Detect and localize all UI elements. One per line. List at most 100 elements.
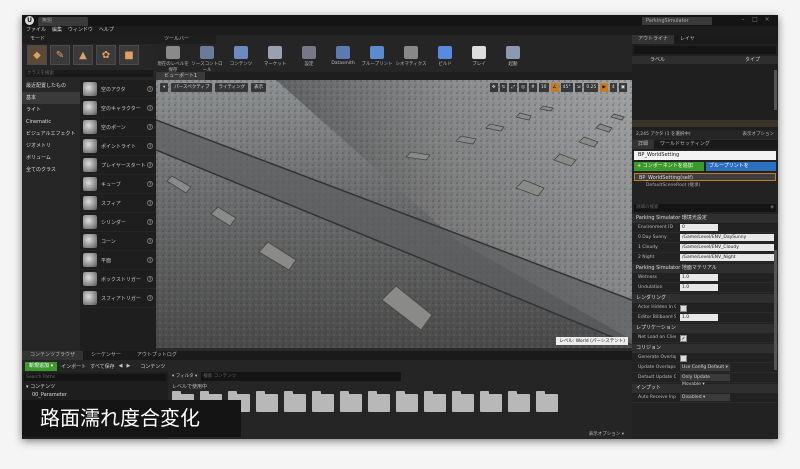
property-section-header[interactable]: レンダリング	[632, 294, 778, 303]
help-icon[interactable]: ?	[147, 200, 153, 206]
folder-icon[interactable]	[452, 391, 474, 412]
folder-icon[interactable]	[284, 391, 306, 412]
category-item[interactable]: Cinematic	[22, 116, 80, 128]
translate-icon[interactable]: ✥	[489, 83, 498, 92]
tree-root[interactable]: ▾ コンテンツ	[22, 383, 168, 391]
help-icon[interactable]: ?	[147, 238, 153, 244]
grid-snap-value[interactable]: 10	[538, 83, 549, 92]
property-input[interactable]: 1.0	[680, 284, 718, 291]
property-input[interactable]: /Game/Level/ENV_Night	[680, 254, 774, 261]
scale-snap-icon[interactable]: ⇲	[574, 83, 583, 92]
add-new-button[interactable]: 新規追加 ▾	[25, 361, 58, 371]
toolbar-button[interactable]: Datasmith	[326, 44, 360, 72]
property-input[interactable]: /Game/Level/ENV_DaySunny	[680, 234, 774, 241]
tab-layers[interactable]: レイヤ	[674, 35, 701, 44]
geometry-mode-icon[interactable]: ■	[119, 45, 139, 65]
help-icon[interactable]: ?	[147, 124, 153, 130]
tab-world-settings[interactable]: ワールドセッティング	[654, 140, 716, 149]
viewport-tab[interactable]: ビューポート1	[156, 72, 206, 80]
tab-sequencer[interactable]: シーケンサー	[83, 351, 129, 360]
placeable-item[interactable]: スフィアトリガー?	[80, 289, 156, 308]
category-item[interactable]: 全てのクラス	[22, 164, 80, 176]
outliner-search-input[interactable]	[634, 46, 776, 54]
property-checkbox[interactable]	[680, 305, 687, 312]
help-icon[interactable]: ?	[147, 295, 153, 301]
rot-snap-value[interactable]: 45°	[560, 83, 573, 92]
outliner-view-options[interactable]: 表示オプション	[743, 130, 775, 139]
perspective-button[interactable]: パースペクティブ	[171, 83, 213, 92]
property-input[interactable]: 1.0	[680, 314, 718, 321]
toolbar-button[interactable]: ソースコントロール	[190, 44, 224, 73]
placeable-item[interactable]: 空のアクタ?	[80, 80, 156, 99]
category-item[interactable]: 最近配置したもの	[22, 80, 80, 92]
rotate-icon[interactable]: ↻	[499, 83, 508, 92]
placeable-item[interactable]: スフィア?	[80, 194, 156, 213]
placeable-item[interactable]: ボックストリガー?	[80, 270, 156, 289]
maximize-viewport-icon[interactable]: ▣	[618, 83, 627, 92]
eye-icon[interactable]: ◉	[770, 204, 774, 212]
world-icon[interactable]: ◎	[519, 83, 528, 92]
toolbar-button[interactable]: プレイ	[462, 44, 496, 72]
outliner-row[interactable]	[632, 113, 778, 120]
col-label[interactable]: ラベル	[650, 56, 665, 64]
property-section-header[interactable]: レプリケーション	[632, 324, 778, 333]
property-section-header[interactable]: コリジョン	[632, 344, 778, 353]
outliner-row[interactable]	[632, 85, 778, 92]
menu-window[interactable]: ウィンドウ	[68, 26, 93, 35]
landscape-mode-icon[interactable]: ▲	[73, 45, 93, 65]
blueprint-button[interactable]: ブループリントを	[706, 162, 776, 171]
show-button[interactable]: 表示	[251, 83, 267, 92]
folder-icon[interactable]	[508, 391, 530, 412]
grid-snap-icon[interactable]: #	[529, 83, 537, 92]
camera-speed-value[interactable]: 4	[609, 83, 617, 92]
property-checkbox[interactable]	[680, 355, 687, 362]
placeable-item[interactable]: シリンダー?	[80, 213, 156, 232]
maximize-icon[interactable]: □	[750, 16, 760, 24]
property-input[interactable]: 0	[680, 224, 718, 231]
help-icon[interactable]: ?	[147, 143, 153, 149]
outliner-row[interactable]	[632, 106, 778, 113]
level-viewport[interactable]: ▾ パースペクティブ ライティング 表示 ✥ ↻ ⤢ ◎ # 10 ∠ 45° …	[156, 80, 632, 348]
folder-icon[interactable]	[256, 391, 278, 412]
content-view-options[interactable]: 表示オプション ▾	[589, 431, 624, 437]
outliner-row[interactable]	[632, 78, 778, 85]
help-icon[interactable]: ?	[147, 86, 153, 92]
outliner-row[interactable]	[632, 71, 778, 78]
minimize-icon[interactable]: –	[738, 16, 748, 24]
toolbar-button[interactable]: 起動	[496, 44, 530, 72]
scale-icon[interactable]: ⤢	[509, 83, 518, 92]
folder-icon[interactable]	[368, 391, 390, 412]
property-input[interactable]: Disabled ▾	[680, 394, 730, 401]
help-icon[interactable]: ?	[147, 219, 153, 225]
toolbar-button[interactable]: ビルド	[428, 44, 462, 72]
close-icon[interactable]: ×	[762, 16, 772, 24]
folder-path[interactable]: コンテンツ	[140, 363, 165, 370]
placeable-item[interactable]: ポイントライト?	[80, 137, 156, 156]
foliage-mode-icon[interactable]: ✿	[96, 45, 116, 65]
toolbar-button[interactable]: 設定	[292, 44, 326, 72]
add-component-button[interactable]: + コンポーネントを追加	[634, 162, 704, 171]
object-name-field[interactable]: BP_WorldSetting	[634, 151, 776, 160]
viewport-options-button[interactable]: ▾	[160, 83, 169, 92]
path-search-input[interactable]: Search Paths	[24, 374, 166, 381]
toolbar-button[interactable]: 現在のレベルを保存	[156, 44, 190, 73]
placeable-item[interactable]: コーン?	[80, 232, 156, 251]
scale-snap-value[interactable]: 0.25	[584, 83, 599, 92]
filter-button[interactable]: ▾ フィルタ ▾	[172, 372, 197, 381]
import-button[interactable]: インポート	[61, 363, 86, 370]
outliner-row[interactable]	[632, 64, 778, 71]
folder-icon[interactable]	[424, 391, 446, 412]
paint-mode-icon[interactable]: ✎	[50, 45, 70, 65]
property-section-header[interactable]: Parking Simulator 地面マテリアル	[632, 264, 778, 273]
help-icon[interactable]: ?	[147, 276, 153, 282]
lighting-button[interactable]: ライティング	[215, 83, 249, 92]
property-input[interactable]: 1.0	[680, 274, 718, 281]
folder-icon[interactable]	[480, 391, 502, 412]
menu-edit[interactable]: 編集	[52, 26, 62, 35]
toolbar-tab[interactable]: ツールバー	[156, 35, 216, 44]
outliner-row[interactable]	[632, 99, 778, 106]
placeable-item[interactable]: 空のポーン?	[80, 118, 156, 137]
help-icon[interactable]: ?	[147, 257, 153, 263]
folder-icon[interactable]	[396, 391, 418, 412]
category-item[interactable]: 基本	[22, 92, 80, 104]
